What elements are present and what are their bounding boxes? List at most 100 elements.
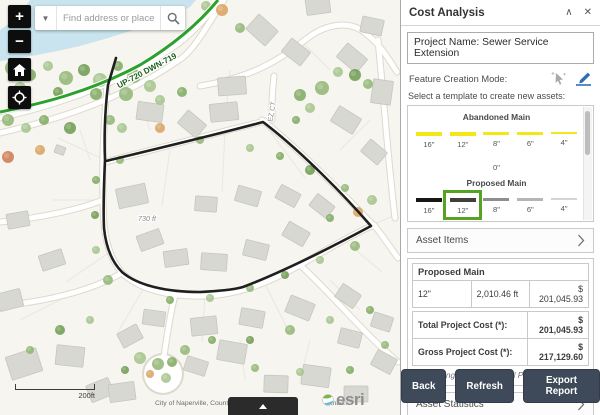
template-item-0in[interactable]: 0" [480, 152, 513, 174]
template-swatch [483, 132, 509, 135]
template-item-label: 16" [412, 206, 445, 215]
home-icon [13, 64, 26, 76]
esri-logo: esri [322, 390, 364, 410]
select-template-label: Select a template to create new assets: [408, 91, 594, 101]
esri-globe-icon [322, 394, 334, 406]
building-footprint [163, 248, 189, 267]
section-asset-items[interactable]: Asset Items [407, 228, 594, 253]
building-footprint [209, 102, 239, 123]
template-item-label: 4" [548, 204, 581, 213]
back-button[interactable]: Back [401, 369, 446, 403]
template-swatch [416, 198, 442, 202]
building-footprint [55, 345, 85, 368]
template-item-8in[interactable]: 8" [480, 193, 513, 217]
template-row: 16"12"8"6"4" [412, 127, 581, 151]
chevron-right-icon [577, 234, 585, 247]
home-button[interactable] [8, 58, 31, 81]
template-item-label: 6" [514, 139, 547, 148]
cost-analysis-app: UP-720 DWN-719 EZ CT 730 ft ▼ + − [0, 0, 600, 415]
template-scrollbar-thumb[interactable] [585, 111, 590, 155]
total-cost-label: Total Project Cost (*): [413, 312, 528, 339]
zoom-out-button[interactable]: − [8, 30, 31, 53]
template-item-6in[interactable]: 6" [514, 127, 547, 151]
template-swatch [450, 198, 476, 202]
minus-icon: − [15, 33, 24, 50]
building-footprint [195, 196, 218, 212]
template-item-4in[interactable]: 4" [548, 127, 581, 151]
asset-cost-cell: $ 201,045.93 [530, 281, 589, 308]
search-box[interactable]: ▼ [35, 6, 185, 30]
template-item-16in[interactable]: 16" [412, 193, 445, 217]
panel-header: Cost Analysis ∧ ✕ [401, 0, 600, 26]
search-source-dropdown[interactable]: ▼ [35, 6, 57, 30]
locate-icon [12, 90, 27, 105]
template-item-6in[interactable]: 6" [514, 193, 547, 217]
template-swatch [517, 132, 543, 135]
map-container[interactable]: UP-720 DWN-719 EZ CT 730 ft ▼ + − [0, 0, 400, 415]
template-item-label: 12" [446, 206, 479, 215]
template-item-label: 0" [480, 163, 513, 172]
scale-bar-line [15, 384, 95, 390]
asset-size-cell: 12" [413, 281, 472, 308]
template-swatch [551, 132, 577, 134]
building-footprint [200, 253, 227, 272]
attribute-table-toggle[interactable] [228, 397, 298, 415]
refresh-button[interactable]: Refresh [455, 369, 513, 403]
action-buttons: Back Refresh Export Report [401, 369, 600, 403]
select-cursor-icon[interactable] [551, 71, 567, 86]
template-item-12in[interactable]: 12" [446, 193, 479, 217]
zoom-in-button[interactable]: + [8, 5, 31, 28]
gross-cost-value: $ 217,129.60 [527, 339, 588, 366]
cost-summary-card: Proposed Main 12" 2,010.46 ft $ 201,045.… [407, 258, 594, 386]
template-item-label: 8" [480, 205, 513, 214]
template-item-16in[interactable]: 16" [412, 127, 445, 151]
template-row: 16"12"8"6"4" [412, 193, 581, 217]
collapse-icon[interactable]: ∧ [565, 8, 572, 18]
draw-pencil-icon[interactable] [575, 71, 592, 86]
feature-creation-mode-row: Feature Creation Mode: [407, 69, 594, 91]
template-item-label: 8" [480, 139, 513, 148]
project-name-field[interactable]: Project Name: Sewer Service Extension [407, 32, 594, 64]
search-icon[interactable] [160, 6, 185, 30]
table-row: Total Project Cost (*): $ 201,045.93 [413, 312, 589, 339]
template-group-name: Proposed Valves [412, 221, 581, 222]
building-footprint [108, 381, 136, 402]
total-cost-value: $ 201,045.93 [527, 312, 588, 339]
template-swatch [551, 198, 577, 200]
template-swatch [416, 132, 442, 136]
template-item-12in[interactable]: 12" [446, 127, 479, 151]
template-swatch [484, 157, 510, 159]
panel-body: Project Name: Sewer Service Extension Fe… [401, 26, 600, 410]
template-item-4in[interactable]: 4" [548, 193, 581, 217]
map-canvas[interactable]: UP-720 DWN-719 EZ CT 730 ft [0, 0, 400, 415]
template-item-label: 16" [412, 140, 445, 149]
template-group-name: Abandoned Main [412, 112, 581, 122]
asset-cost-table: Proposed Main 12" 2,010.46 ft $ 201,045.… [412, 263, 589, 308]
building-footprint [370, 79, 393, 106]
template-swatch [450, 132, 476, 136]
plus-icon: + [15, 8, 24, 25]
template-scrollbar[interactable] [583, 107, 592, 220]
asset-items-label: Asset Items [416, 235, 468, 246]
locate-button[interactable] [8, 86, 31, 109]
building-footprint [264, 375, 289, 393]
cost-group-header: Proposed Main [413, 264, 589, 281]
asset-length-cell: 2,010.46 ft [471, 281, 530, 308]
scale-bar-label: 200ft [15, 391, 95, 400]
template-gallery[interactable]: Abandoned Main16"12"8"6"4"0"Proposed Mai… [407, 105, 594, 222]
template-swatch [517, 198, 543, 201]
search-input[interactable] [57, 6, 160, 30]
template-item-8in[interactable]: 8" [480, 127, 513, 151]
building-footprint [190, 316, 218, 337]
building-footprint [301, 364, 332, 388]
cost-analysis-panel: Cost Analysis ∧ ✕ Project Name: Sewer Se… [400, 0, 600, 415]
table-row: 12" 2,010.46 ft $ 201,045.93 [413, 281, 589, 308]
close-icon[interactable]: ✕ [584, 8, 592, 18]
scale-bar: 200ft [15, 384, 95, 400]
feature-creation-mode-label: Feature Creation Mode: [409, 74, 507, 84]
export-report-button[interactable]: Export Report [523, 369, 600, 403]
template-item-label: 12" [446, 140, 479, 149]
template-item-label: 6" [514, 205, 547, 214]
esri-wordmark: esri [336, 390, 364, 410]
panel-title: Cost Analysis [409, 7, 554, 19]
